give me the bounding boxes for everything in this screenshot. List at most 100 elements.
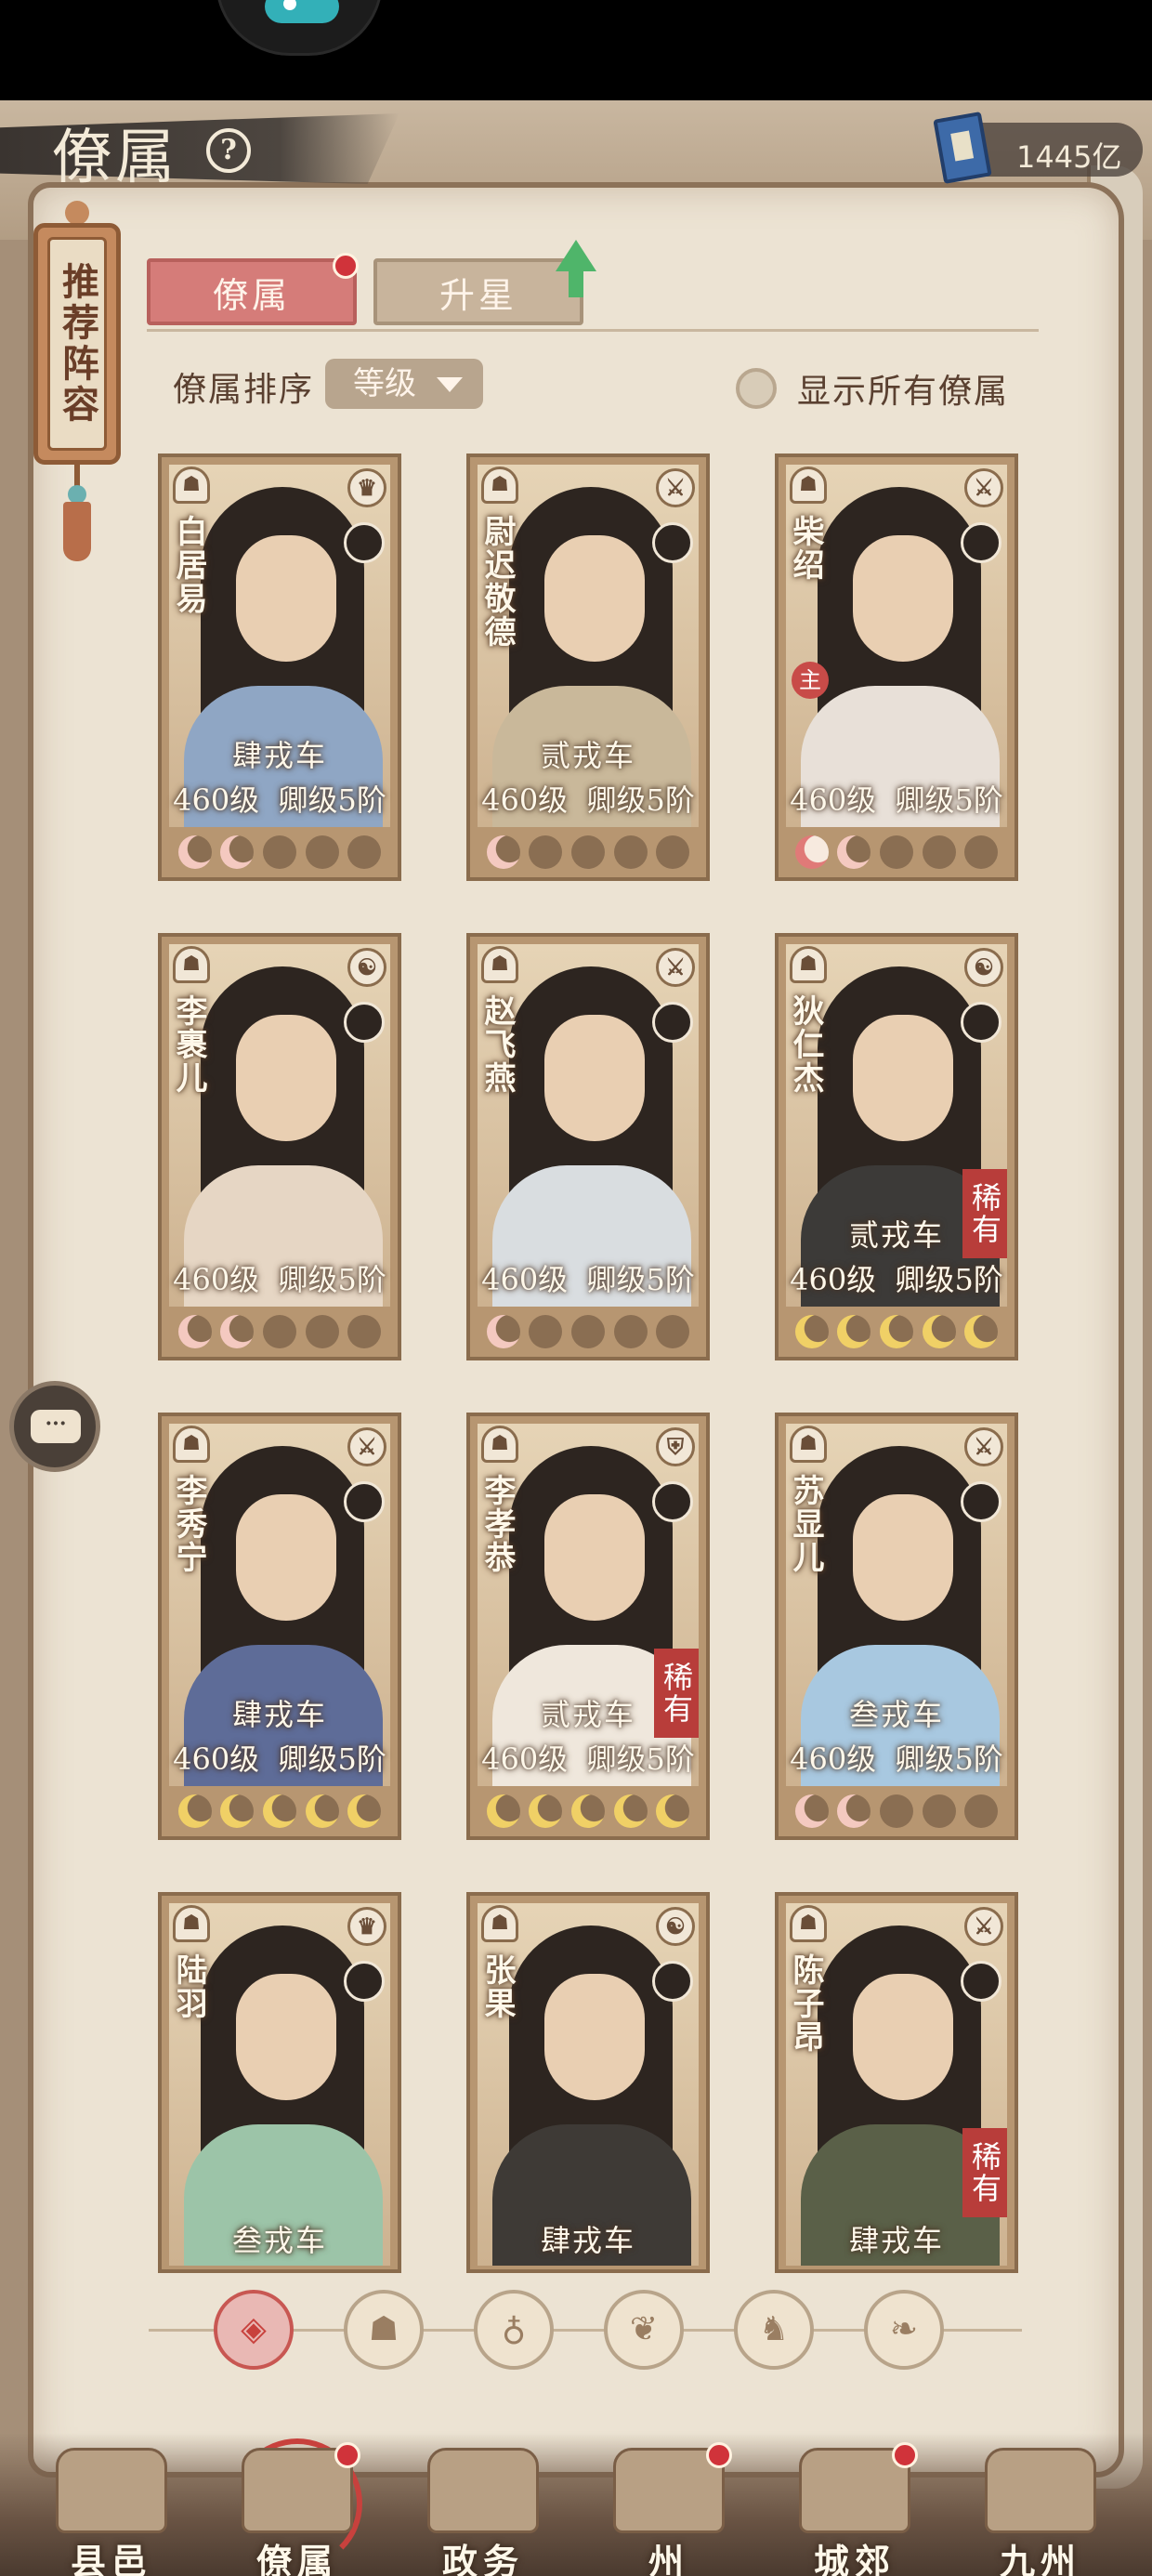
- level-text: 460级 卿级5阶: [786, 777, 1007, 820]
- faction-leaf-icon[interactable]: ❧: [864, 2290, 944, 2370]
- official-card[interactable]: ☗ ⚔ 李秀宁 肆戎车 460级 卿级5阶: [158, 1413, 401, 1840]
- partner-avatar: [652, 522, 693, 563]
- star-moons: [786, 831, 1007, 874]
- moon-star-icon: [570, 835, 605, 869]
- portrait-face: [236, 1015, 336, 1141]
- portrait-face: [544, 1974, 645, 2100]
- moon-star-icon: [794, 835, 829, 869]
- rank-value: 卿级5阶: [278, 1262, 386, 1297]
- notification-dot: [892, 2442, 918, 2468]
- level-value: 460级: [790, 782, 877, 818]
- partner-avatar: [344, 1481, 385, 1522]
- moon-star-icon: [837, 1794, 871, 1828]
- main-badge: 主: [792, 662, 829, 699]
- notification-dot: [334, 2442, 360, 2468]
- portrait-face: [544, 1494, 645, 1621]
- partner-avatar: [652, 1481, 693, 1522]
- moon-star-icon: [177, 835, 212, 869]
- portrait-face: [853, 535, 953, 662]
- official-card[interactable]: ☗ ☯ 狄仁杰 稀有 贰戎车 460级 卿级5阶: [775, 933, 1018, 1360]
- nav-item-0[interactable]: 县邑: [28, 2438, 195, 2576]
- official-name: 赵飞燕: [478, 994, 516, 1095]
- moon-star-icon: [656, 1794, 690, 1828]
- faction-icon: ☗: [173, 467, 210, 504]
- chariot-rank: 肆戎车: [231, 1697, 327, 1732]
- official-card[interactable]: ☗ ♛ 白居易 肆戎车 460级 卿级5阶: [158, 453, 401, 881]
- star-moons: [478, 831, 699, 874]
- star-moons: [169, 831, 390, 874]
- sword-icon: ⚔: [656, 948, 695, 987]
- sword-icon: ⚔: [656, 468, 695, 507]
- partner-avatar: [344, 1002, 385, 1043]
- moon-star-icon: [837, 835, 871, 869]
- mascot-icon: [216, 0, 383, 56]
- chariot-rank: 贰戎车: [540, 1697, 635, 1732]
- moon-star-icon: [347, 1315, 382, 1348]
- moon-star-icon: [570, 1794, 605, 1828]
- nav-item-2[interactable]: 政务: [399, 2438, 567, 2576]
- level-text: 460级 卿级5阶: [786, 1256, 1007, 1299]
- show-all-toggle[interactable]: [736, 368, 777, 409]
- yinyang-icon: ☯: [347, 948, 386, 987]
- faction-tiger-icon[interactable]: ☗: [344, 2290, 424, 2370]
- level-text: 460级 卿级5阶: [169, 1256, 390, 1299]
- official-name: 白居易: [170, 515, 207, 615]
- moon-star-icon: [570, 1315, 605, 1348]
- official-name: 苏显儿: [787, 1474, 824, 1574]
- nav-item-3[interactable]: 州: [585, 2438, 753, 2576]
- official-card[interactable]: ☗ ⛨ 李孝恭 稀有 贰戎车 460级 卿级5阶: [466, 1413, 710, 1840]
- official-name: 张果: [478, 1953, 516, 2020]
- nav-item-5[interactable]: 九州: [957, 2438, 1124, 2576]
- star-moons: [478, 1310, 699, 1353]
- yinyang-icon: ☯: [656, 1907, 695, 1946]
- faction-beast-icon[interactable]: ♞: [734, 2290, 814, 2370]
- portrait-face: [544, 1015, 645, 1141]
- faction-icon: ☗: [481, 1905, 518, 1942]
- tab-officials[interactable]: 僚属: [147, 258, 357, 325]
- moon-star-icon: [305, 835, 339, 869]
- level-value: 460级: [173, 1741, 260, 1777]
- help-icon[interactable]: ?: [206, 128, 251, 173]
- official-card[interactable]: ☗ ⚔ 陈子昂 稀有 肆戎车: [775, 1892, 1018, 2273]
- moon-star-icon: [529, 835, 563, 869]
- partner-avatar: [961, 522, 1001, 563]
- moon-star-icon: [305, 1794, 339, 1828]
- moon-star-icon: [220, 1315, 255, 1348]
- nav-item-4[interactable]: 城郊: [771, 2438, 938, 2576]
- faction-filter-bar: ◈ ☗ ♁ ❦ ♞ ❧: [139, 2284, 1031, 2377]
- chat-button[interactable]: ···: [9, 1381, 100, 1472]
- faction-icon: ☗: [481, 467, 518, 504]
- nav-building-icon: [427, 2448, 539, 2533]
- chariot-rank: 贰戎车: [540, 738, 635, 773]
- level-value: 460级: [481, 782, 569, 818]
- star-moons: [786, 1790, 1007, 1833]
- level-value: 460级: [790, 1262, 877, 1297]
- sort-label: 僚属排序: [173, 371, 315, 409]
- official-card[interactable]: ☗ ⚔ 柴绍主 460级 卿级5阶: [775, 453, 1018, 881]
- official-card[interactable]: ☗ ☯ 李裹儿 460级 卿级5阶: [158, 933, 401, 1360]
- faction-gourd-icon[interactable]: ♁: [474, 2290, 554, 2370]
- moon-star-icon: [964, 835, 999, 869]
- portrait-face: [236, 535, 336, 662]
- recommend-lineup-button[interactable]: 推荐阵容: [33, 201, 121, 561]
- moon-star-icon: [837, 1315, 871, 1348]
- official-card[interactable]: ☗ ♛ 陆羽 叁戎车: [158, 1892, 401, 2273]
- moon-star-icon: [305, 1315, 339, 1348]
- sword-icon: ⚔: [964, 1907, 1003, 1946]
- moon-star-icon: [262, 1794, 296, 1828]
- nav-label: 州: [648, 2541, 689, 2576]
- official-card[interactable]: ☗ ⚔ 苏显儿 叁戎车 460级 卿级5阶: [775, 1413, 1018, 1840]
- rare-badge: 稀有: [962, 2128, 1007, 2217]
- official-name: 陆羽: [170, 1953, 207, 2020]
- rank-value: 卿级5阶: [895, 1741, 1003, 1777]
- star-moons: [478, 1790, 699, 1833]
- all-factions-icon[interactable]: ◈: [214, 2290, 294, 2370]
- official-card[interactable]: ☗ ⚔ 尉迟敬德 贰戎车 460级 卿级5阶: [466, 453, 710, 881]
- tab-star-up[interactable]: 升星: [373, 258, 583, 325]
- nav-item-1[interactable]: 僚属: [214, 2438, 381, 2576]
- official-card[interactable]: ☗ ☯ 张果 肆戎车: [466, 1892, 710, 2273]
- faction-fan-icon[interactable]: ❦: [604, 2290, 684, 2370]
- official-card[interactable]: ☗ ⚔ 赵飞燕 460级 卿级5阶: [466, 933, 710, 1360]
- moon-star-icon: [262, 835, 296, 869]
- caret-down-icon: [437, 377, 463, 392]
